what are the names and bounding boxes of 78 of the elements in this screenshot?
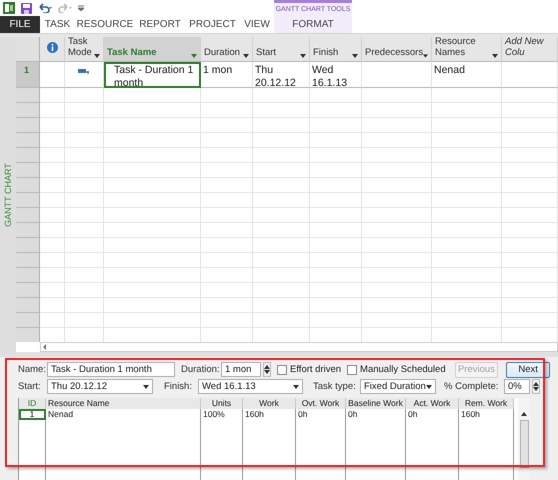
table-cell[interactable] xyxy=(502,62,558,88)
view-bar-label: GANTT CHART xyxy=(3,162,13,226)
name-label: Name: xyxy=(18,364,47,375)
info-icon xyxy=(46,42,58,53)
table-cell: 0h xyxy=(296,409,346,420)
table-cell: 0h xyxy=(346,409,406,420)
column-header: Act. Work xyxy=(406,398,459,409)
column-header: ID xyxy=(19,398,46,409)
ribbon-tab[interactable]: RESOURCE xyxy=(75,16,135,33)
column-header: Resource Name xyxy=(46,398,201,409)
spinner[interactable] xyxy=(263,362,271,377)
table-cell: 100% xyxy=(201,409,243,420)
vertical-scrollbar[interactable] xyxy=(518,398,530,480)
horizontal-scrollbar[interactable] xyxy=(40,342,558,352)
ribbon-tab[interactable]: PROJECT xyxy=(185,16,240,33)
ribbon-tab[interactable]: VIEW xyxy=(240,16,274,33)
column-header[interactable]: Duration xyxy=(201,37,253,62)
percent-complete-label: % Complete: xyxy=(444,381,500,392)
table-cell: Nenad xyxy=(46,409,201,420)
ribbon-tab[interactable]: REPORT xyxy=(135,16,185,33)
task-mode-icon xyxy=(78,69,90,76)
column-header[interactable]: Start xyxy=(253,37,310,62)
form-button[interactable]: Next xyxy=(506,362,550,378)
caret-icon xyxy=(521,412,527,416)
duration-field[interactable]: 1 mon xyxy=(221,362,261,377)
column-header[interactable]: Task Name xyxy=(104,37,201,62)
checkbox[interactable]: Effort driven xyxy=(277,364,342,375)
duration-label: Duration: xyxy=(181,364,221,375)
caret-icon xyxy=(423,54,428,58)
spinner[interactable] xyxy=(532,379,540,394)
undo-icon[interactable] xyxy=(38,3,52,13)
column-header[interactable] xyxy=(40,37,65,62)
caret-icon xyxy=(492,54,498,58)
task-type-dropdown[interactable]: Fixed Duration xyxy=(360,379,436,394)
caret-icon xyxy=(426,384,432,388)
table-cell[interactable]: Nenad xyxy=(432,62,502,88)
ribbon-tab[interactable]: TASK xyxy=(40,16,75,33)
column-header: Work xyxy=(243,398,296,409)
table-cell: 160h xyxy=(459,409,514,420)
column-header: Units xyxy=(201,398,243,409)
caret-icon xyxy=(352,54,358,58)
ribbon-tab[interactable]: FILE xyxy=(0,16,40,33)
table-cell[interactable] xyxy=(40,62,65,88)
scroll-thumb[interactable] xyxy=(520,420,528,468)
checkbox[interactable]: Manually Scheduled xyxy=(347,364,446,375)
start-dropdown[interactable]: Thu 20.12.12 xyxy=(47,379,153,394)
column-header[interactable]: Add New Colu xyxy=(502,37,558,62)
finish-label: Finish: xyxy=(164,381,193,392)
column-header[interactable]: Task Mode xyxy=(65,37,104,62)
column-header: Rem. Work xyxy=(459,398,514,409)
name-field[interactable]: Task - Duration 1 month xyxy=(47,362,175,377)
start-label: Start: xyxy=(18,381,42,392)
caret-icon xyxy=(191,54,197,58)
table-cell[interactable] xyxy=(362,62,432,88)
table-cell: 1 xyxy=(19,409,46,420)
caret-icon xyxy=(293,384,299,388)
caret-icon xyxy=(143,384,149,388)
table-cell[interactable] xyxy=(65,62,104,88)
finish-dropdown[interactable]: Wed 16.1.13 xyxy=(198,379,303,394)
table-cell: 0h xyxy=(406,409,459,420)
table-cell[interactable]: Thu 20.12.12 xyxy=(253,62,310,88)
customize-icon[interactable] xyxy=(78,5,84,11)
task-type-label: Task type: xyxy=(313,381,357,392)
column-header[interactable]: Resource Names xyxy=(432,37,502,62)
caret-icon xyxy=(94,54,100,58)
column-header: Baseline Work xyxy=(346,398,406,409)
ribbon-tab[interactable]: FORMAT xyxy=(274,16,352,33)
caret-icon xyxy=(300,54,306,58)
table-cell[interactable]: Wed 16.1.13 xyxy=(310,62,362,88)
percent-complete-field[interactable]: 0% xyxy=(504,379,530,394)
column-header[interactable]: Predecessors xyxy=(362,37,432,62)
column-header[interactable]: Finish xyxy=(310,37,362,62)
table-cell[interactable]: 1 mon xyxy=(201,62,253,88)
column-header: Ovt. Work xyxy=(296,398,346,409)
caret-icon xyxy=(243,54,249,58)
save-icon[interactable] xyxy=(21,2,32,14)
table-cell[interactable]: Task - Duration 1 month xyxy=(104,62,201,88)
table-cell: 160h xyxy=(243,409,296,420)
